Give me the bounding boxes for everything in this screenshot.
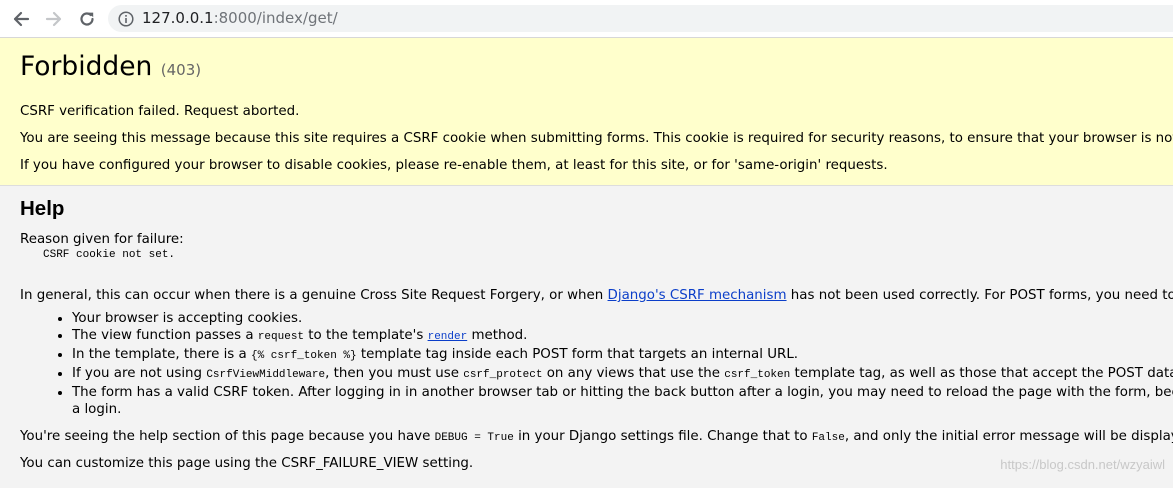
bullet-4-c: on any views that use the	[542, 366, 725, 381]
list-item: Your browser is accepting cookies.	[72, 310, 1173, 327]
title-text: Forbidden	[20, 51, 153, 82]
bullet-4-a: If you are not using	[72, 366, 207, 381]
bullet-1-text: Your browser is accepting cookies.	[72, 311, 303, 326]
bullet-5-line-2: a login.	[72, 402, 122, 417]
reason-value: CSRF cookie not set.	[43, 249, 176, 261]
page-content: Forbidden (403) CSRF verification failed…	[0, 38, 1173, 488]
help-section: Help Reason given for failure: CSRF cook…	[0, 186, 1173, 488]
bullet-5-line-1: The form has a valid CSRF token. After l…	[72, 385, 1173, 400]
summary-section: Forbidden (403) CSRF verification failed…	[0, 38, 1173, 186]
url-text[interactable]: 127.0.0.1:8000/index/get/	[142, 10, 338, 27]
debug-code-2: False	[811, 432, 845, 444]
django-csrf-link[interactable]: Django's CSRF mechanism	[608, 288, 787, 303]
reload-button[interactable]	[76, 8, 98, 30]
bullet-3-b: template tag inside each POST form that …	[356, 347, 799, 362]
bullet-4-code-1: CsrfViewMiddleware	[206, 369, 326, 381]
bullet-4-code-3: csrf_token	[724, 369, 791, 381]
debug-a: You're seeing the help section of this p…	[20, 429, 435, 444]
list-item: The view function passes a request to th…	[72, 327, 1173, 346]
customize-text: You can customize this page using the CS…	[20, 456, 474, 471]
general-text: In general, this can occur when there is…	[20, 288, 1173, 304]
general-after: has not been used correctly. For POST fo…	[790, 288, 1173, 303]
help-heading: Help	[20, 197, 65, 220]
address-bar[interactable]: 127.0.0.1:8000/index/get/	[108, 5, 1173, 32]
url-path: :8000/index/get/	[213, 9, 338, 27]
page-title: Forbidden (403)	[20, 51, 201, 86]
bullet-4-b: , then you must use	[325, 366, 464, 381]
explanation-text: You are seeing this message because this…	[20, 131, 1173, 146]
debug-code-1: DEBUG = True	[434, 432, 514, 444]
error-message: CSRF verification failed. Request aborte…	[20, 104, 300, 119]
arrow-left-icon	[13, 11, 30, 27]
bullet-2-code: request	[257, 331, 305, 343]
render-link[interactable]: render	[428, 331, 468, 343]
info-icon[interactable]	[118, 11, 134, 27]
watermark: https://blog.csdn.net/wzyaiwl	[1000, 457, 1165, 472]
bullet-4-code-2: csrf_protect	[463, 369, 543, 381]
status-code: (403)	[160, 61, 202, 79]
forward-button[interactable]	[43, 8, 65, 30]
back-button[interactable]	[10, 8, 32, 30]
bullet-2-c: method.	[467, 328, 528, 343]
reload-icon	[80, 12, 94, 26]
browser-toolbar: 127.0.0.1:8000/index/get/	[0, 0, 1173, 38]
list-item: In the template, there is a {% csrf_toke…	[72, 346, 1173, 365]
checklist: Your browser is accepting cookies. The v…	[52, 310, 1173, 418]
bullet-3-code: {% csrf_token %}	[250, 350, 357, 362]
cookies-hint: If you have configured your browser to d…	[20, 158, 888, 173]
general-before: In general, this can occur when there is…	[20, 288, 608, 303]
debug-text: You're seeing the help section of this p…	[20, 429, 1173, 446]
bullet-2-b: to the template's	[304, 328, 428, 343]
bullet-2-a: The view function passes a	[72, 328, 258, 343]
debug-c: , and only the initial error message wil…	[844, 429, 1173, 444]
url-host: 127.0.0.1	[142, 9, 214, 27]
debug-b: in your Django settings file. Change tha…	[513, 429, 812, 444]
list-item: If you are not using CsrfViewMiddleware,…	[72, 365, 1173, 384]
list-item: The form has a valid CSRF token. After l…	[72, 384, 1173, 418]
bullet-3-a: In the template, there is a	[72, 347, 251, 362]
bullet-4-d: template tag, as well as those that acce…	[790, 366, 1173, 381]
arrow-right-icon	[45, 11, 62, 27]
reason-label: Reason given for failure:	[20, 232, 184, 247]
